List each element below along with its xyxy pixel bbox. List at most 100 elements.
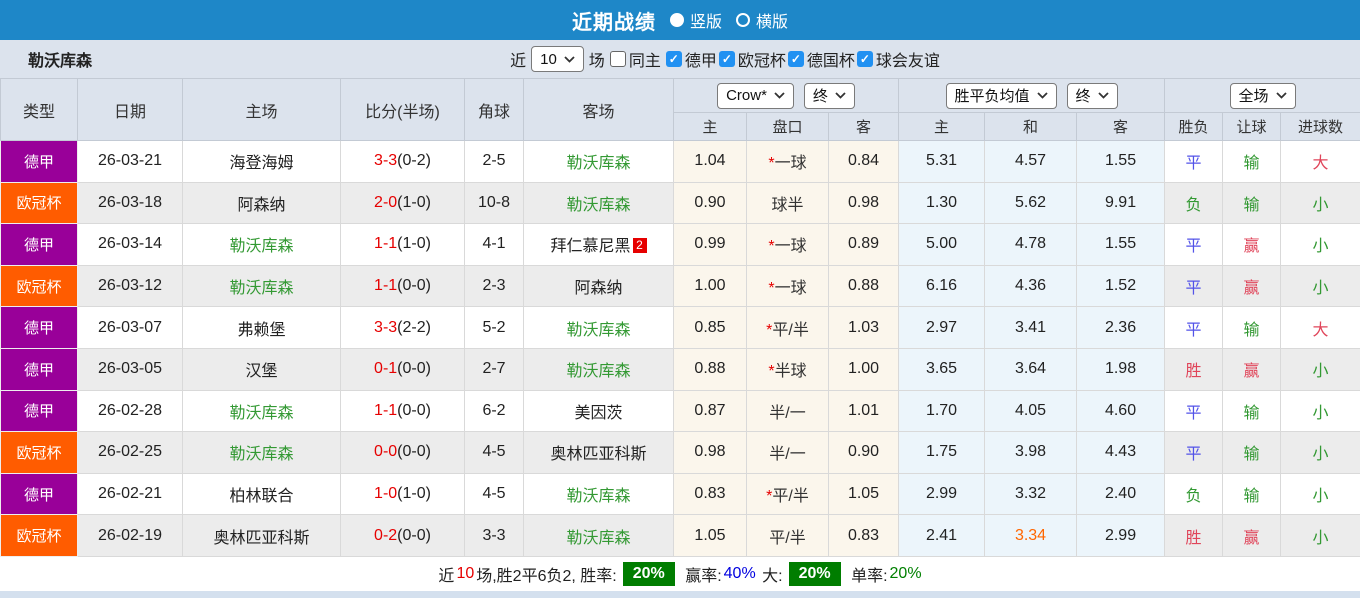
summary-segment: 10 [456, 564, 475, 582]
table-row: 欧冠杯 26-02-25 勒沃库森 0-0(0-0) 4-5 奥林匹亚科斯 0.98 半/一 0… [0, 431, 1360, 474]
handicap-line: 半/一 [746, 389, 829, 433]
away-team: 勒沃库森 [523, 306, 674, 349]
match-date: 26-03-05 [77, 347, 183, 391]
checkbox-checked-icon[interactable]: ✓ [718, 51, 735, 67]
radio-selected-icon[interactable] [669, 13, 684, 27]
results-group-header: 全场 [1164, 78, 1360, 113]
subcol-avg-away: 客 [1076, 112, 1166, 141]
subcol-avg-home: 主 [898, 112, 986, 141]
checkbox-unchecked-icon[interactable] [609, 51, 626, 67]
league-badge: 德甲 [0, 140, 78, 183]
handicap-odds-home: 0.85 [673, 306, 747, 349]
chevron-down-icon [835, 92, 846, 99]
result-wdl: 平 [1164, 389, 1224, 433]
result-handicap: 输 [1222, 306, 1282, 349]
odds-time-select-2[interactable]: 终 [1066, 82, 1118, 109]
league-checkbox-3[interactable]: ✓ 球会友谊 [856, 47, 940, 71]
avg-odds-away: 2.36 [1076, 306, 1166, 349]
handicap-line: *平/半 [746, 472, 829, 516]
league-checkbox-1[interactable]: ✓ 欧冠杯 [718, 47, 786, 71]
table-row: 欧冠杯 26-03-12 勒沃库森 1-1(0-0) 2-3 阿森纳 1.00 *一球 0.88… [0, 264, 1360, 308]
match-date: 26-02-25 [77, 431, 183, 474]
corner-score: 2-3 [464, 264, 524, 308]
match-count-select[interactable]: 10 [531, 46, 584, 72]
result-goals: 小 [1280, 264, 1360, 308]
result-wdl: 胜 [1164, 514, 1224, 557]
wdl-average-group-header: 胜平负均值 终 [898, 78, 1166, 113]
avg-odds-draw: 3.98 [984, 431, 1078, 474]
subcol-goals: 进球数 [1280, 112, 1360, 141]
table-row: 德甲 26-03-21 海登海姆 3-3(0-2) 2-5 勒沃库森 1.04 *一球 0.84… [0, 140, 1360, 183]
subcol-odds-home: 主 [673, 112, 747, 141]
result-wdl: 负 [1164, 181, 1224, 225]
home-team: 海登海姆 [182, 140, 341, 183]
home-team: 弗赖堡 [182, 306, 341, 349]
result-goals: 小 [1280, 181, 1360, 225]
home-team: 奥林匹亚科斯 [182, 514, 341, 557]
same-home-label: 同主 [628, 53, 661, 70]
away-team: 勒沃库森 [523, 347, 674, 391]
avg-odds-away: 2.99 [1076, 514, 1166, 557]
odds-company-select[interactable]: Crow* [717, 82, 794, 109]
radio-unselected-icon[interactable] [736, 13, 750, 27]
handicap-odds-group-header: Crow* 终 [672, 78, 900, 113]
result-wdl: 平 [1164, 264, 1224, 308]
odds-company-value: Crow* [726, 87, 767, 104]
handicap-odds-away: 1.01 [827, 389, 900, 433]
score-cell: 1-0(1-0) [340, 472, 465, 516]
match-count-value: 10 [540, 50, 557, 68]
score-cell: 0-0(0-0) [340, 431, 465, 474]
handicap-line: *平/半 [746, 306, 829, 349]
avg-odds-home: 5.00 [898, 223, 986, 266]
league-label: 德甲 [684, 53, 717, 70]
league-badge: 欧冠杯 [0, 514, 78, 557]
avg-odds-draw: 3.41 [984, 306, 1078, 349]
home-team: 汉堡 [182, 347, 341, 391]
away-team: 奥林匹亚科斯 [523, 431, 674, 474]
league-label: 德国杯 [806, 53, 855, 70]
avg-odds-home: 2.41 [898, 514, 986, 557]
summary-segment: 赢率: [680, 567, 722, 585]
radio-vertical-layout[interactable]: 竖版 [669, 8, 722, 32]
radio-horizontal-layout[interactable]: 横版 [736, 8, 788, 32]
result-wdl: 平 [1164, 140, 1224, 183]
corner-score: 6-2 [464, 389, 524, 433]
subcol-handicap-result: 让球 [1222, 112, 1282, 141]
handicap-odds-home: 0.87 [673, 389, 747, 433]
odds-time-value-1: 终 [812, 88, 828, 105]
corner-score: 4-5 [464, 472, 524, 516]
corner-score: 5-2 [464, 306, 524, 349]
handicap-odds-home: 0.98 [673, 431, 747, 474]
league-badge: 德甲 [0, 306, 78, 349]
summary-segment: 20% [622, 561, 675, 586]
league-badge: 欧冠杯 [0, 264, 78, 308]
league-checkbox-2[interactable]: ✓ 德国杯 [787, 47, 855, 71]
table-row: 德甲 26-03-07 弗赖堡 3-3(2-2) 5-2 勒沃库森 0.85 *平/半 1.03… [0, 306, 1360, 349]
league-badge: 德甲 [0, 347, 78, 391]
checkbox-checked-icon[interactable]: ✓ [787, 51, 804, 67]
avg-odds-draw: 4.05 [984, 389, 1078, 433]
wdl-average-select[interactable]: 胜平负均值 [945, 82, 1057, 109]
checkbox-checked-icon[interactable]: ✓ [856, 51, 873, 67]
avg-odds-home: 2.99 [898, 472, 986, 516]
radio-vertical-label: 竖版 [689, 14, 722, 31]
away-team: 勒沃库森 [523, 140, 674, 183]
home-team: 勒沃库森 [182, 431, 341, 474]
handicap-odds-away: 0.90 [827, 431, 900, 474]
col-header-date: 日期 [77, 78, 183, 141]
checkbox-checked-icon[interactable]: ✓ [665, 51, 682, 67]
away-team: 勒沃库森 [523, 514, 674, 557]
avg-odds-home: 1.70 [898, 389, 986, 433]
result-wdl: 平 [1164, 306, 1224, 349]
league-checkbox-0[interactable]: ✓ 德甲 [665, 47, 717, 71]
same-home-checkbox[interactable]: 同主 [609, 47, 661, 71]
page-title: 近期战绩 [571, 11, 656, 34]
odds-time-select-1[interactable]: 终 [803, 82, 855, 109]
match-date: 26-03-21 [77, 140, 183, 183]
result-wdl: 负 [1164, 472, 1224, 516]
avg-odds-draw: 4.57 [984, 140, 1078, 183]
result-handicap: 输 [1222, 181, 1282, 225]
scope-value: 全场 [1238, 88, 1269, 105]
top-bar: 近期战绩 竖版 横版 [0, 0, 1360, 40]
scope-select[interactable]: 全场 [1229, 82, 1296, 109]
